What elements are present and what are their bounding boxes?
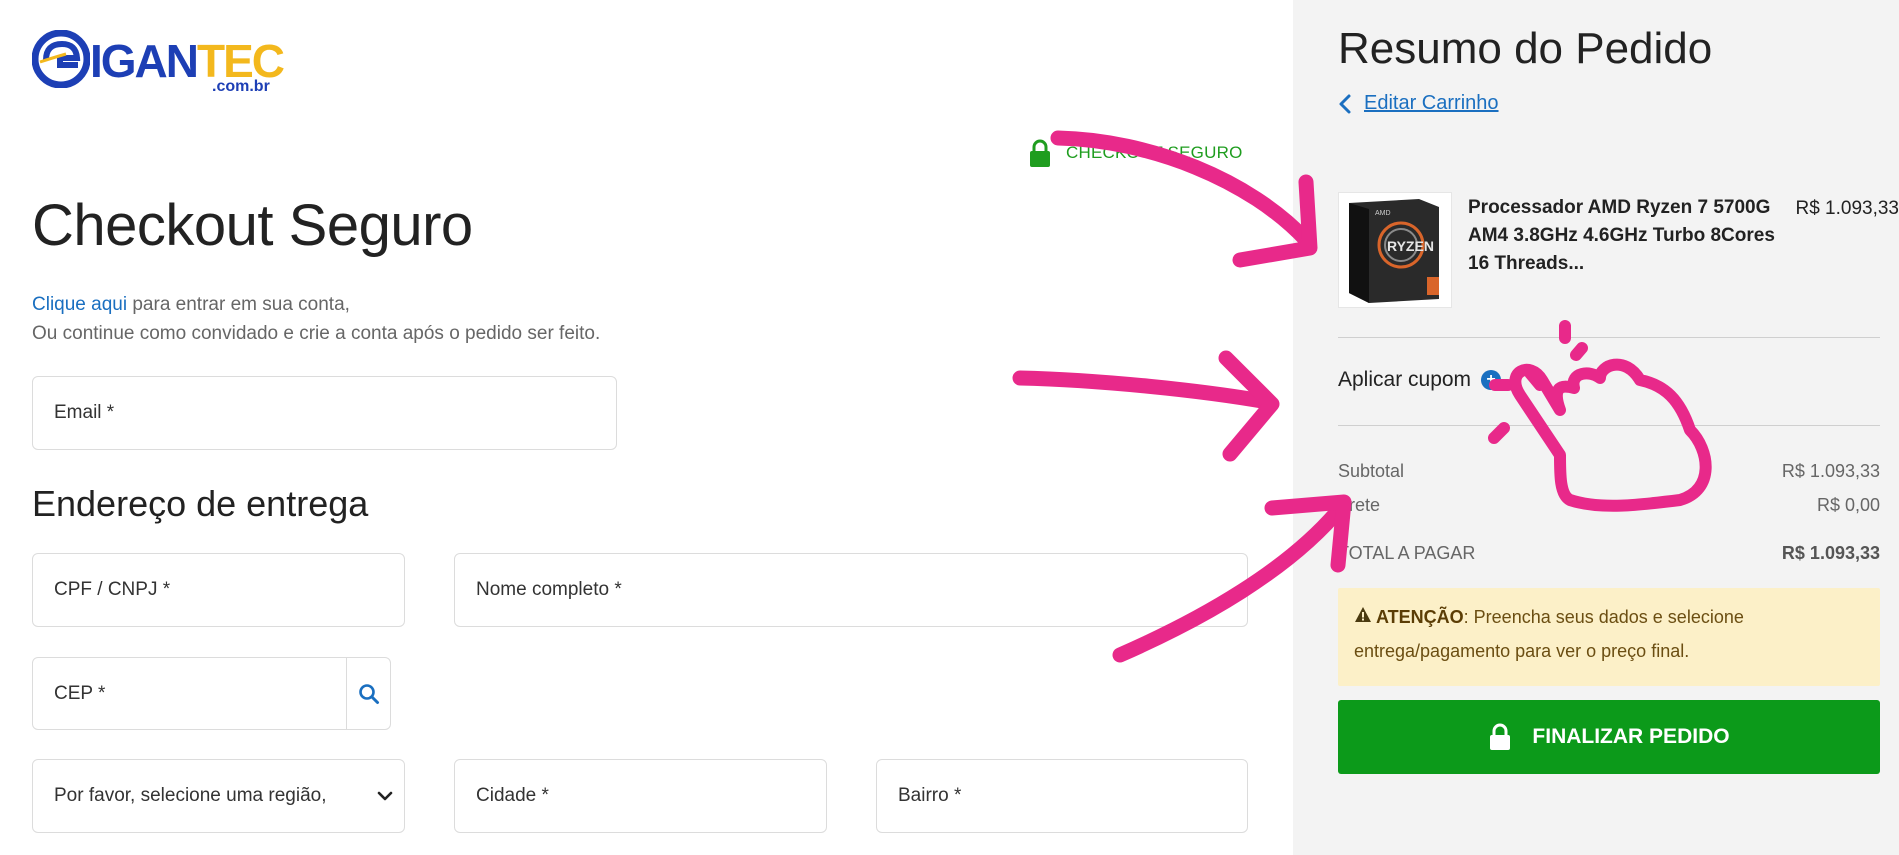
login-link[interactable]: Clique aqui: [32, 294, 127, 315]
login-text: para entrar em sua conta,: [127, 294, 350, 315]
cpf-cnpj-input[interactable]: [54, 579, 404, 601]
subtotal-label: Subtotal: [1338, 461, 1405, 481]
subtotal-row: Subtotal R$ 1.093,33: [1338, 461, 1880, 482]
checkout-form-column: IGANTEC .com.br CHECKOUT SEGURO Checkout…: [0, 0, 1293, 855]
region-select[interactable]: Por favor, selecione uma região,: [32, 759, 405, 833]
order-summary-title: Resumo do Pedido: [1338, 24, 1713, 73]
shipping-value: R$ 0,00: [1816, 495, 1880, 515]
cart-item: RYZEN AMD Processador AMD Ryzen 7 5700G …: [1338, 192, 1899, 310]
total-value: R$ 1.093,33: [1781, 543, 1880, 563]
apply-coupon-label: Aplicar cupom: [1338, 368, 1472, 391]
chevron-left-icon: [1339, 94, 1351, 113]
plus-icon[interactable]: +: [1481, 370, 1502, 390]
divider: [1338, 425, 1880, 426]
region-select-value: Por favor, selecione uma região,: [54, 785, 327, 806]
login-intro: Clique aqui para entrar em sua conta, Ou…: [32, 290, 600, 348]
full-name-field[interactable]: [454, 553, 1248, 627]
attention-alert: ATENÇÃO: Preencha seus dados e selecione…: [1338, 588, 1880, 686]
divider: [1338, 337, 1880, 338]
product-price: R$ 1.093,33: [1795, 198, 1899, 219]
ryzen-box-image: RYZEN AMD: [1345, 197, 1445, 303]
apply-coupon-toggle[interactable]: Aplicar cupom +: [1338, 368, 1502, 392]
lock-icon: [1490, 723, 1511, 750]
guest-text: Ou continue como convidado e crie a cont…: [32, 323, 601, 344]
full-name-input[interactable]: [476, 579, 1247, 601]
logo-domain: .com.br: [212, 78, 270, 95]
order-summary-panel: Resumo do Pedido Editar Carrinho RYZEN A…: [1293, 0, 1899, 855]
gigantec-logo[interactable]: IGANTEC .com.br: [32, 28, 292, 98]
search-icon: [358, 683, 379, 704]
district-field[interactable]: [876, 759, 1248, 833]
district-input[interactable]: [898, 785, 1247, 807]
secure-checkout-badge: CHECKOUT SEGURO: [1028, 138, 1243, 168]
secure-checkout-label: CHECKOUT SEGURO: [1066, 143, 1243, 162]
email-input[interactable]: [54, 402, 616, 424]
finalize-order-label: FINALIZAR PEDIDO: [1532, 725, 1730, 748]
cpf-cnpj-field[interactable]: [32, 553, 405, 627]
cep-field[interactable]: [32, 657, 347, 730]
alert-strong: ATENÇÃO: [1376, 607, 1464, 627]
warning-icon: [1355, 607, 1371, 622]
product-name[interactable]: Processador AMD Ryzen 7 5700G AM4 3.8GHz…: [1468, 194, 1788, 278]
cep-search-button[interactable]: [346, 657, 391, 730]
shipping-label: Frete: [1338, 495, 1381, 515]
finalize-order-button[interactable]: FINALIZAR PEDIDO: [1338, 700, 1880, 774]
lock-icon: [1030, 139, 1050, 167]
cep-input[interactable]: [54, 682, 346, 705]
total-label: TOTAL A PAGAR: [1338, 543, 1476, 563]
edit-cart-label: Editar Carrinho: [1364, 92, 1499, 114]
edit-cart-link[interactable]: Editar Carrinho: [1338, 92, 1499, 115]
product-image[interactable]: RYZEN AMD: [1338, 192, 1452, 308]
svg-text:AMD: AMD: [1375, 210, 1391, 217]
city-field[interactable]: [454, 759, 827, 833]
email-field[interactable]: [32, 376, 617, 450]
total-row: TOTAL A PAGAR R$ 1.093,33: [1338, 543, 1880, 564]
shipping-row: Frete R$ 0,00: [1338, 495, 1880, 516]
chevron-down-icon: [377, 791, 393, 801]
shipping-address-title: Endereço de entrega: [32, 483, 369, 524]
logo-g-icon: [32, 30, 90, 88]
city-input[interactable]: [476, 785, 826, 807]
subtotal-value: R$ 1.093,33: [1781, 461, 1880, 481]
svg-text:RYZEN: RYZEN: [1387, 238, 1434, 254]
page-title: Checkout Seguro: [32, 193, 473, 258]
